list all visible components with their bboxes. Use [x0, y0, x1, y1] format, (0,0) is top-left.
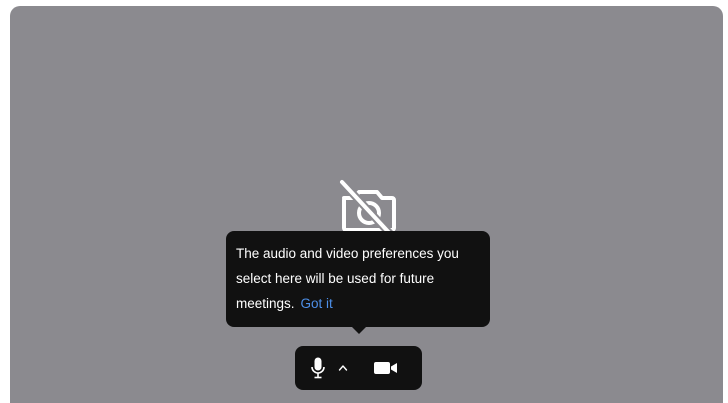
video-camera-icon — [374, 362, 397, 374]
tooltip-arrow — [350, 325, 368, 334]
video-preview — [10, 6, 723, 403]
microphone-icon — [311, 357, 325, 379]
preferences-tooltip: The audio and video preferences you sele… — [226, 231, 490, 327]
got-it-link[interactable]: Got it — [301, 296, 333, 311]
audio-options-button[interactable] — [333, 346, 353, 390]
tooltip-text-end: meetings. — [236, 296, 295, 311]
tooltip-text-line-2: select here will be used for future — [236, 271, 435, 286]
caret-up-icon — [338, 365, 348, 371]
media-toolbar — [295, 346, 422, 390]
microphone-button[interactable] — [305, 346, 331, 390]
tooltip-text-line-1: The audio and video preferences you — [236, 246, 459, 261]
tooltip-text-line-3: meetings. Got it — [236, 291, 480, 316]
video-button[interactable] — [369, 346, 403, 390]
